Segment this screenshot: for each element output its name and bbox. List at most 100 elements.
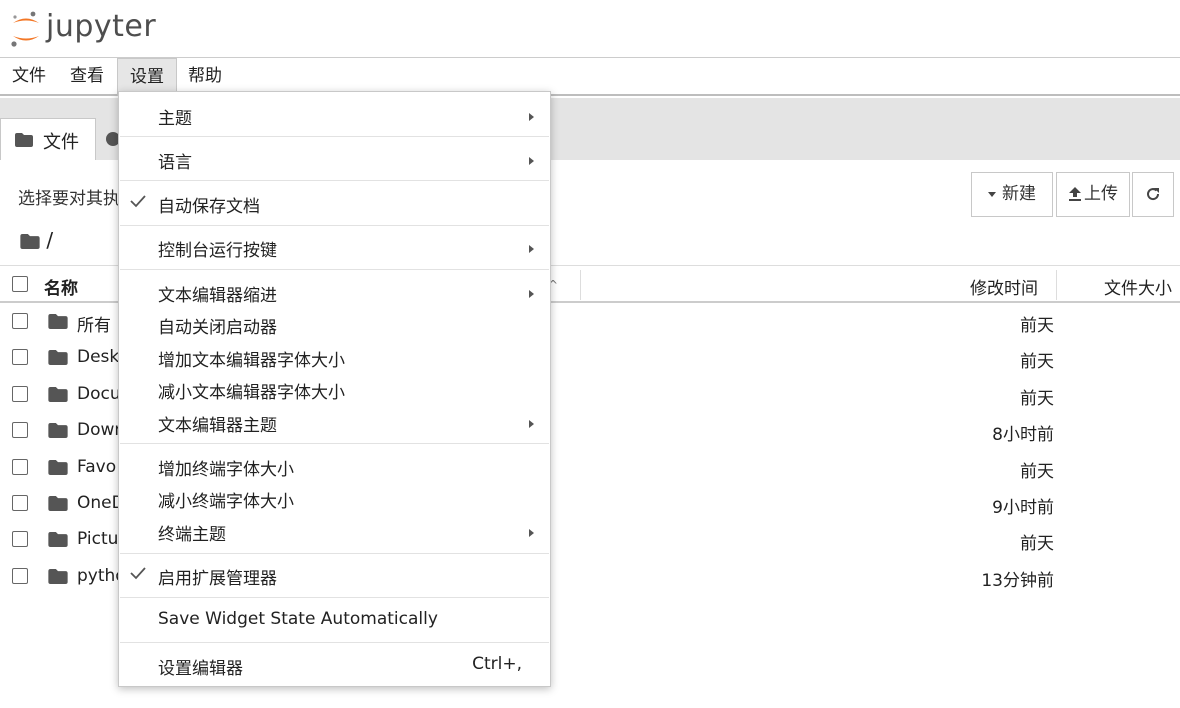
refresh-icon [1147,188,1160,201]
caret-down-icon [988,191,996,197]
row-checkbox[interactable] [12,313,28,329]
folder-icon [15,133,33,147]
row-checkbox[interactable] [12,422,28,438]
tab-files-label: 文件 [43,132,79,153]
menu-item-editor-theme[interactable]: 文本编辑器主题 [119,411,550,439]
chevron-right-icon [529,157,534,165]
refresh-button[interactable] [1132,172,1174,217]
row-modified: 8小时前 [992,425,1054,445]
tab-files[interactable]: 文件 [0,118,96,160]
menu-item-label: 设置编辑器 [158,659,243,679]
row-name[interactable]: Pictu [77,529,118,549]
menu-item-label: Save Widget State Automatically [158,609,438,629]
row-modified: 前天 [1020,352,1054,372]
row-name[interactable]: Docu [77,384,121,404]
menu-item-increase-editor-font[interactable]: 增加文本编辑器字体大小 [119,346,550,374]
row-checkbox[interactable] [12,568,28,584]
menu-divider [120,553,549,554]
row-name[interactable]: Dowr [77,420,121,440]
menu-divider [120,136,549,137]
row-modified: 前天 [1020,534,1054,554]
row-checkbox[interactable] [12,349,28,365]
upload-button-label: 上传 [1084,184,1118,204]
row-checkbox[interactable] [12,531,28,547]
menu-item-console-run-key[interactable]: 控制台运行按键 [119,236,550,264]
checkmark-icon [130,567,146,580]
row-modified: 13分钟前 [981,571,1054,591]
menu-help[interactable]: 帮助 [176,58,234,95]
chevron-right-icon [529,290,534,298]
menu-item-label: 减小终端字体大小 [158,492,294,512]
menu-item-language[interactable]: 语言 [119,148,550,176]
toolbar-hint: 选择要对其执 [18,189,120,209]
chevron-right-icon [529,113,534,121]
menu-item-label: 终端主题 [158,525,226,545]
menu-divider [120,225,549,226]
jupyter-window: jupyter 文件 查看 设置 帮助 文件 选择要对其执 新建 上传 / 名称… [0,0,1180,708]
menu-item-label: 增加文本编辑器字体大小 [158,351,345,371]
menu-item-theme[interactable]: 主题 [119,104,550,132]
menu-item-label: 增加终端字体大小 [158,460,294,480]
column-size[interactable]: 文件大小 [1104,274,1172,299]
menu-item-increase-terminal-font[interactable]: 增加终端字体大小 [119,455,550,483]
checkmark-icon [130,195,146,208]
jupyter-logo-icon [11,11,39,47]
chevron-right-icon [529,529,534,537]
menu-divider [120,597,549,598]
folder-icon [48,314,68,329]
row-modified: 前天 [1020,462,1054,482]
menu-item-label: 启用扩展管理器 [158,569,277,589]
menu-item-decrease-terminal-font[interactable]: 减小终端字体大小 [119,487,550,515]
menu-item-shortcut: Ctrl+, [472,654,522,674]
upload-button[interactable]: 上传 [1056,172,1130,217]
new-button-label: 新建 [1002,184,1036,204]
chevron-right-icon [529,245,534,253]
menu-item-auto-close-launcher[interactable]: 自动关闭启动器 [119,313,550,341]
menu-item-label: 自动保存文档 [158,197,260,217]
menu-item-autosave[interactable]: 自动保存文档 [119,192,550,220]
row-name[interactable]: Desk [77,347,119,367]
menu-item-settings-editor[interactable]: 设置编辑器 Ctrl+, [119,654,550,682]
menu-divider [120,269,549,270]
upload-icon [1069,187,1081,201]
new-button[interactable]: 新建 [971,172,1053,217]
menu-item-label: 语言 [158,153,192,173]
row-checkbox[interactable] [12,495,28,511]
menu-item-label: 自动关闭启动器 [158,318,277,338]
row-checkbox[interactable] [12,459,28,475]
column-modified[interactable]: 修改时间 [970,274,1038,299]
column-divider [1056,270,1057,300]
menu-item-save-widget-state[interactable]: Save Widget State Automatically [119,609,550,637]
row-modified: 9小时前 [992,498,1054,518]
menu-view[interactable]: 查看 [58,58,116,95]
menu-divider [120,642,549,643]
menu-item-label: 主题 [158,109,192,129]
row-name[interactable]: 所有 [77,311,111,336]
breadcrumb: / [20,228,53,252]
menu-file[interactable]: 文件 [0,58,58,95]
column-name[interactable]: 名称 [44,274,78,299]
row-name[interactable]: Favo [77,457,116,477]
folder-icon[interactable] [20,234,40,249]
menu-item-label: 减小文本编辑器字体大小 [158,383,345,403]
folder-icon [48,569,68,584]
folder-icon [48,350,68,365]
row-checkbox[interactable] [12,386,28,402]
menu-item-extension-manager[interactable]: 启用扩展管理器 [119,564,550,592]
brand-name: jupyter [46,9,157,44]
folder-icon [48,387,68,402]
breadcrumb-root[interactable]: / [46,228,53,252]
menu-item-terminal-theme[interactable]: 终端主题 [119,520,550,548]
row-modified: 前天 [1020,316,1054,336]
menu-item-editor-indent[interactable]: 文本编辑器缩进 [119,281,550,309]
folder-icon [48,532,68,547]
menu-divider [120,180,549,181]
folder-icon [48,460,68,475]
select-all-checkbox[interactable] [12,276,28,292]
menu-item-label: 控制台运行按键 [158,241,277,261]
menu-item-decrease-editor-font[interactable]: 减小文本编辑器字体大小 [119,378,550,406]
settings-dropdown-menu: 主题 语言 自动保存文档 控制台运行按键 文本编辑器缩进 自动关闭启动器 增加文… [118,91,551,687]
menu-divider [120,443,549,444]
row-modified: 前天 [1020,389,1054,409]
menu-item-label: 文本编辑器缩进 [158,286,277,306]
